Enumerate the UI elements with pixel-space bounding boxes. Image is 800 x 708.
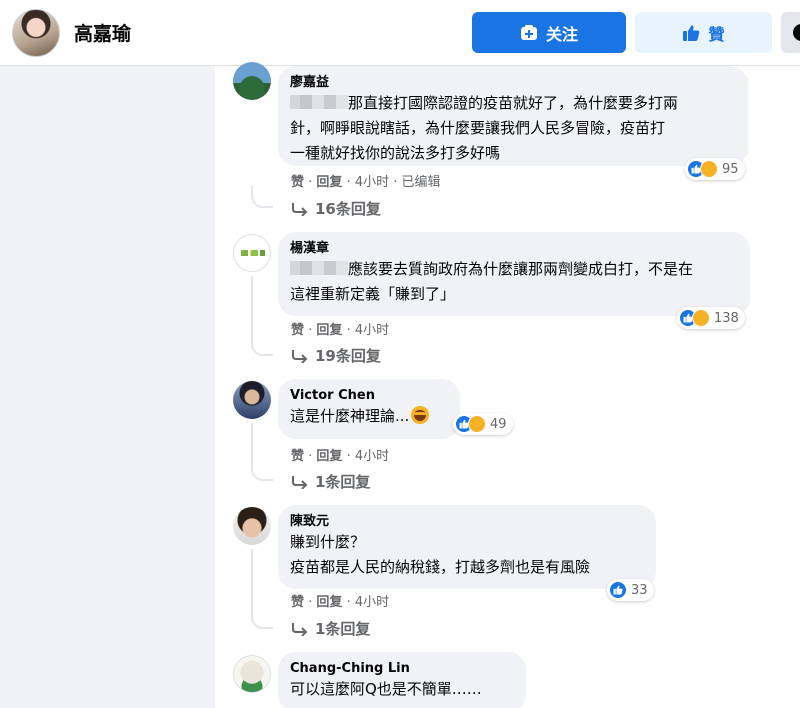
reply-arrow-icon [292,202,308,216]
page-header: 高嘉瑜 关注 贊 [0,0,800,66]
comment-author[interactable]: 廖嘉益 [290,74,736,91]
view-replies-link[interactable]: 16条回复 [291,198,381,219]
reaction-summary[interactable]: 138 [677,307,745,329]
reaction-count: 33 [631,582,648,598]
more-icon [793,24,800,41]
thread-line [251,423,273,481]
like-page-button[interactable]: 贊 [635,12,772,53]
comment-time[interactable]: 4小时 [355,323,389,338]
comment-author[interactable]: 陳致元 [290,513,644,530]
comment-bubble: Victor Chen 這是什麼神理論... [278,379,460,439]
reply-arrow-icon [292,622,308,636]
comment-reply-link[interactable]: 回复 [316,323,342,338]
like-reaction-icon [609,581,627,599]
comment-author[interactable]: Victor Chen [290,387,448,404]
comment-reply-link[interactable]: 回复 [316,595,342,610]
page-title[interactable]: 高嘉瑜 [74,19,131,46]
comment-actions: 赞 · 回复 · 4小时 [291,449,390,464]
comment-text: 這是什麼神理論... [290,404,448,429]
reply-arrow-icon [292,349,308,363]
comment-actions: 赞 · 回复 · 4小时 · 已编辑 [291,175,441,190]
comment-bubble: 廖嘉益 那直接打國際認證的疫苗就好了，為什麼要多打兩 針，啊睜眼說瞎話，為什麼要… [278,66,748,166]
follow-plus-icon [520,24,537,40]
comment-text: 應該要去質詢政府為什麼讓那兩劑變成白打，不是在 這裡重新定義「賺到了」 [290,260,694,303]
comment-like-link[interactable]: 赞 [291,449,304,464]
thread-line [251,276,273,356]
comment-time[interactable]: 4小时 [355,449,389,464]
thread-line [251,186,273,208]
comment-text: 可以這麼阿Q也是不簡單…… [290,680,482,698]
comment-like-link[interactable]: 赞 [291,595,304,610]
redacted-mention [290,261,348,275]
follow-button-label: 关注 [545,24,578,44]
comment-like-link[interactable]: 赞 [291,323,304,338]
comment-author[interactable]: 楊漢章 [290,240,738,257]
edited-label: 已编辑 [401,175,441,190]
redacted-mention [290,95,348,109]
comment-actions: 赞 · 回复 · 4小时 [291,323,390,338]
comment-text: 賺到什麼？ 疫苗都是人民的納稅錢，打越多劑也是有風險 [290,533,591,576]
comment-author[interactable]: Chang-Ching Lin [290,660,514,677]
commenter-avatar[interactable] [233,381,271,419]
comment-actions: 赞 · 回复 · 4小时 [291,595,390,610]
commenter-avatar[interactable] [233,62,271,100]
view-replies-link[interactable]: 1条回复 [291,618,370,639]
comment-bubble: 陳致元 賺到什麼？ 疫苗都是人民的納稅錢，打越多劑也是有風險 [278,505,656,589]
haha-reaction-icon [692,309,710,327]
commenter-avatar[interactable] [233,507,271,545]
commenter-avatar[interactable] [233,655,271,693]
comment-like-link[interactable]: 赞 [291,175,304,190]
haha-reaction-icon [468,415,486,433]
more-button[interactable] [781,12,800,53]
view-replies-link[interactable]: 1条回复 [291,471,370,492]
thread-line [251,549,273,629]
comment-bubble: 楊漢章 應該要去質詢政府為什麼讓那兩劑變成白打，不是在 這裡重新定義「賺到了」 [278,232,750,316]
commenter-avatar[interactable] [233,234,271,272]
thumbs-up-icon [683,24,700,41]
comment-text: 那直接打國際認證的疫苗就好了，為什麼要多打兩 針，啊睜眼說瞎話，為什麼要讓我們人… [290,94,679,162]
comment-reply-link[interactable]: 回复 [316,175,342,190]
reaction-count: 95 [722,161,739,177]
laughing-emoji-icon [411,406,430,424]
comment-time[interactable]: 4小时 [355,175,389,190]
page-avatar[interactable] [12,9,60,57]
reaction-summary[interactable]: 95 [685,158,745,180]
follow-button[interactable]: 关注 [472,12,626,53]
reply-arrow-icon [292,475,308,489]
comment-reply-link[interactable]: 回复 [316,449,342,464]
view-replies-link[interactable]: 19条回复 [291,345,381,366]
comments-panel: 廖嘉益 那直接打國際認證的疫苗就好了，為什麼要多打兩 針，啊睜眼說瞎話，為什麼要… [215,62,800,708]
comment-time[interactable]: 4小时 [355,595,389,610]
reaction-summary[interactable]: 33 [607,579,654,601]
reaction-count: 49 [490,416,507,432]
reaction-count: 138 [714,310,739,326]
haha-reaction-icon [700,160,718,178]
like-page-button-label: 贊 [708,24,725,44]
comment-bubble: Chang-Ching Lin 可以這麼阿Q也是不簡單…… [278,652,526,708]
reaction-summary[interactable]: 49 [453,413,513,435]
